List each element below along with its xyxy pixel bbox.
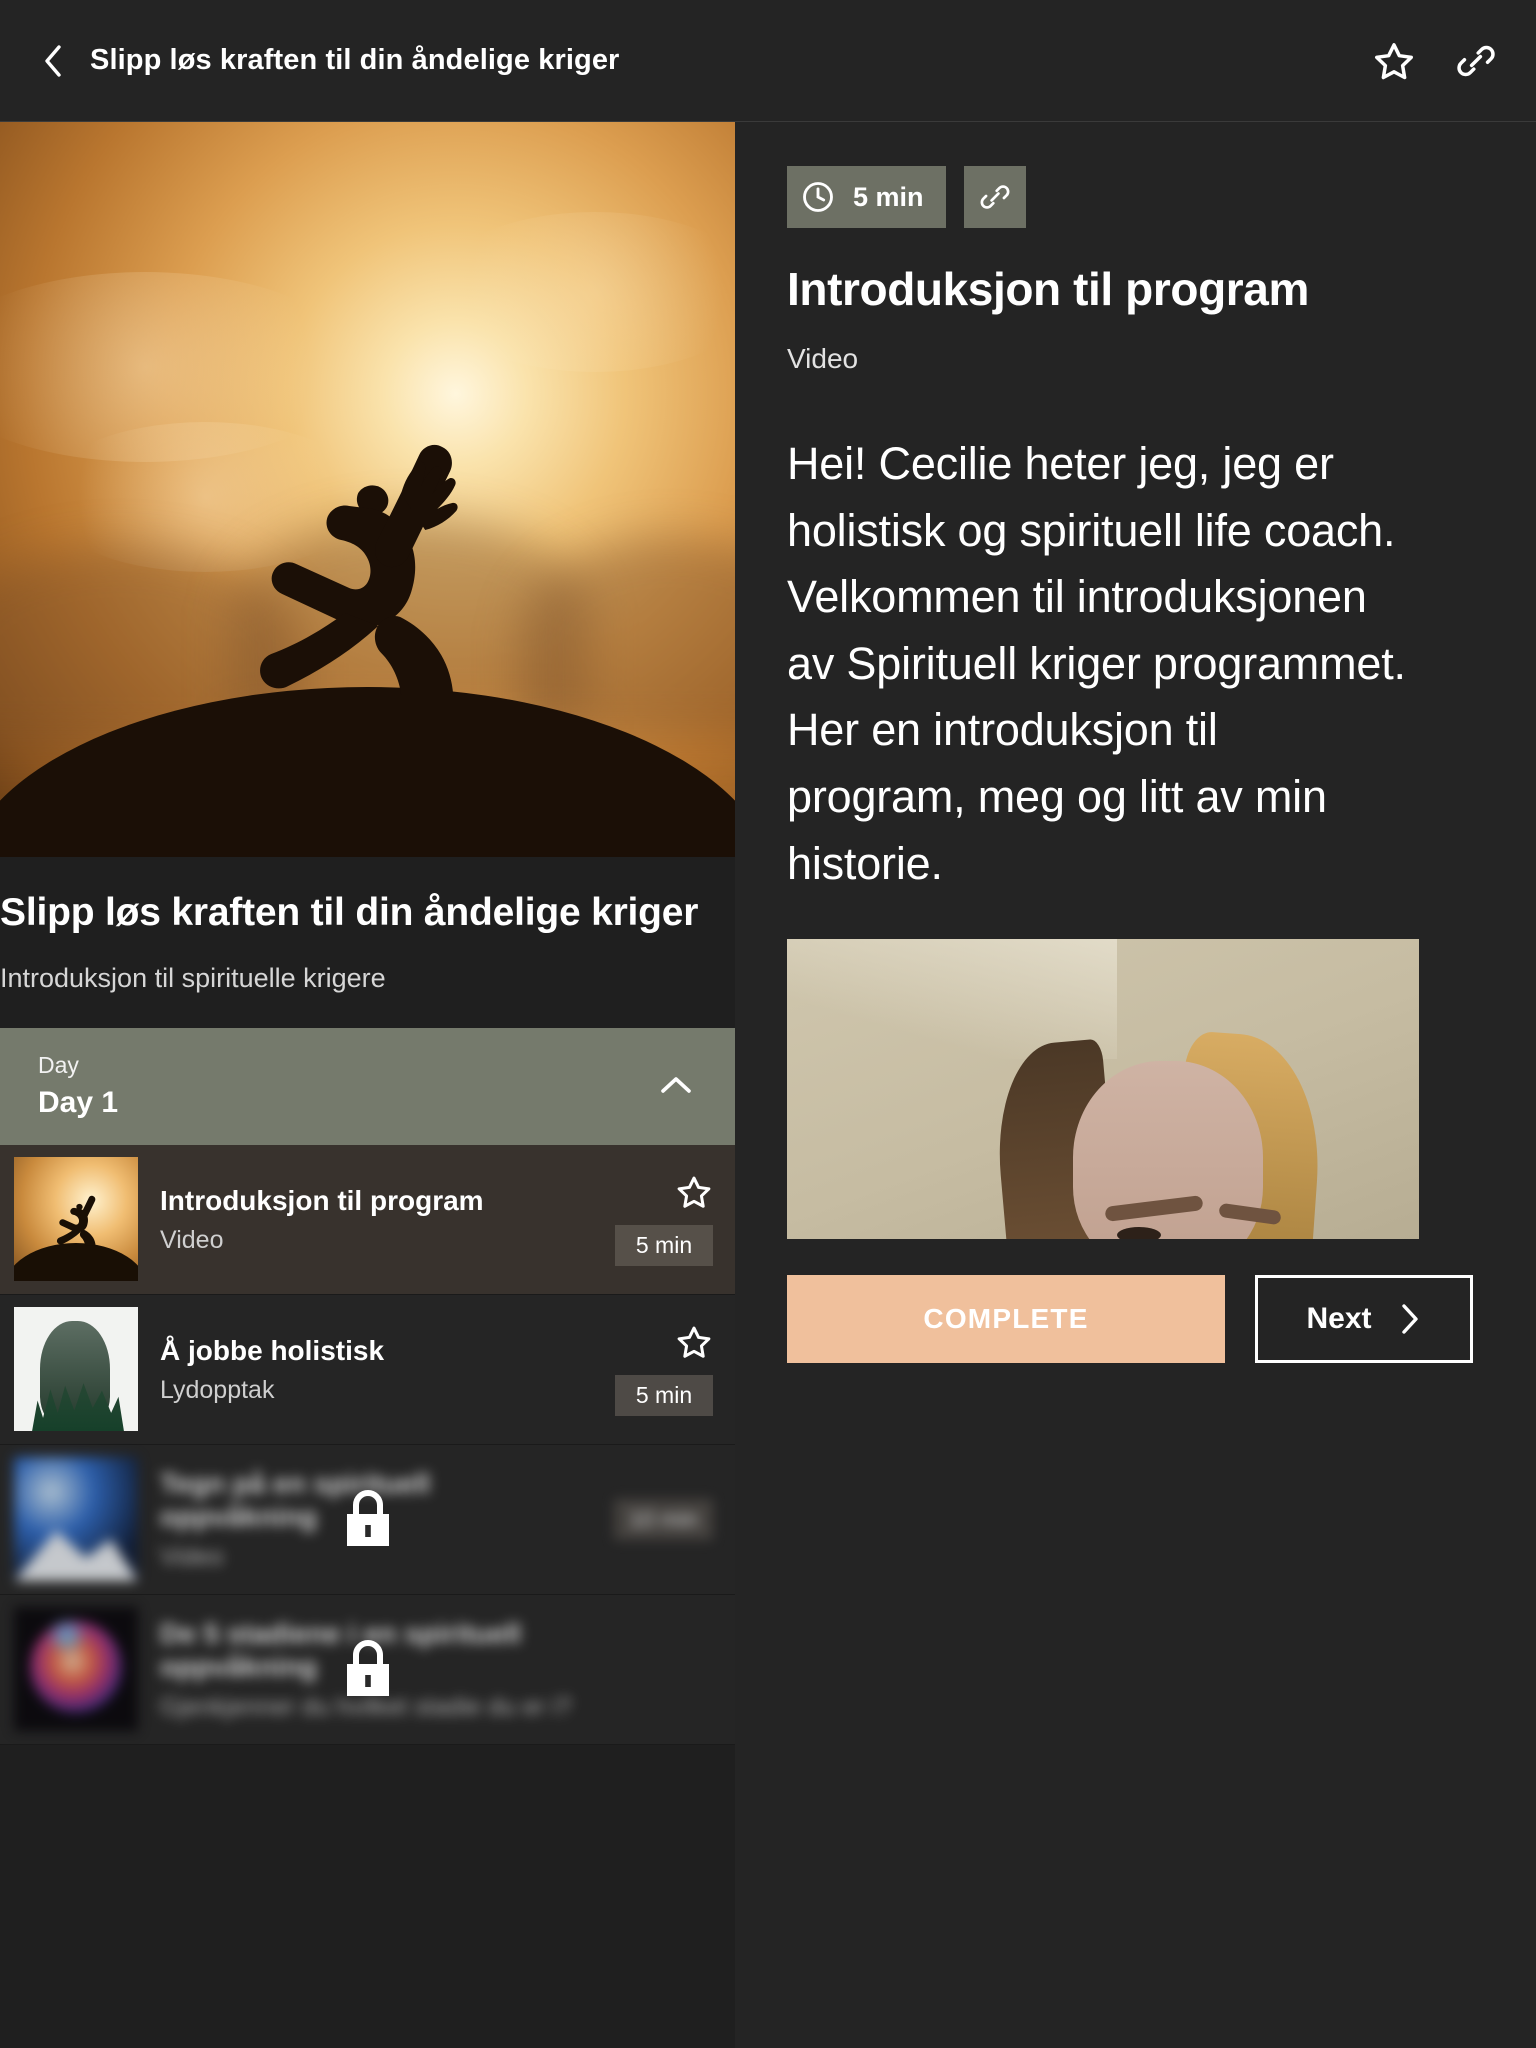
lock-icon — [340, 1487, 396, 1551]
list-item[interactable]: Tegn på en spirituell oppvåkning Video 1… — [0, 1444, 735, 1595]
lesson-meta: 5 min — [585, 1145, 735, 1294]
lesson-list: Introduksjon til program Video 5 min Å j… — [0, 1144, 735, 1745]
day-accordion-header[interactable]: Day Day 1 — [0, 1027, 735, 1145]
lesson-meta: 5 min — [585, 1295, 735, 1444]
header-left-group: Slipp løs kraften til din åndelige krige… — [38, 42, 1372, 80]
lesson-thumbnail — [14, 1157, 138, 1282]
lesson-thumbnail — [14, 1307, 138, 1432]
star-icon[interactable] — [1372, 39, 1416, 83]
detail-actions: COMPLETE Next — [787, 1275, 1484, 1364]
clock-icon — [787, 166, 849, 228]
detail-title: Introduksjon til program — [787, 263, 1309, 315]
day-value: Day 1 — [38, 1085, 119, 1119]
lesson-name: Å jobbe holistisk — [160, 1334, 385, 1366]
lesson-detail-panel: 5 min Introduksjon til program Video Hei… — [735, 122, 1536, 2048]
star-icon[interactable] — [675, 1323, 713, 1361]
complete-button[interactable]: COMPLETE — [787, 1275, 1225, 1364]
lesson-duration-badge: 5 min — [615, 1374, 713, 1416]
link-icon[interactable] — [963, 166, 1026, 228]
list-item[interactable]: Å jobbe holistisk Lydopptak 5 min — [0, 1294, 735, 1445]
duration-text: 5 min — [853, 181, 924, 212]
lesson-thumbnail — [14, 1457, 138, 1582]
list-item[interactable]: Introduksjon til program Video 5 min — [0, 1144, 735, 1295]
course-title: Slipp løs kraften til din åndelige krige… — [0, 891, 699, 934]
app-header: Slipp løs kraften til din åndelige krige… — [0, 0, 1536, 122]
lesson-meta — [585, 1595, 735, 1744]
course-sidebar: Slipp løs kraften til din åndelige krige… — [0, 122, 735, 2048]
chevron-right-icon — [1396, 1302, 1422, 1336]
detail-meta-row: 5 min — [787, 166, 1484, 228]
detail-kind: Video — [787, 343, 859, 374]
lesson-meta: 10 min — [585, 1445, 735, 1594]
next-button-label: Next — [1306, 1302, 1372, 1336]
lesson-duration-badge: 5 min — [615, 1224, 713, 1266]
star-icon[interactable] — [675, 1173, 713, 1211]
lesson-type: Lydopptak — [160, 1376, 275, 1405]
course-subtitle: Introduksjon til spirituelle krigere — [0, 962, 386, 993]
day-accordion-labels: Day Day 1 — [38, 1050, 118, 1124]
content-split: Slipp løs kraften til din åndelige krige… — [0, 122, 1536, 2048]
course-header: Slipp løs kraften til din åndelige krige… — [0, 857, 735, 1028]
lesson-info: Introduksjon til program Video — [138, 1184, 585, 1256]
lesson-video[interactable] — [787, 939, 1419, 1240]
hero-figure-icon — [259, 444, 458, 695]
duration-chip: 5 min — [787, 166, 946, 228]
detail-body-text: Hei! Cecilie heter jeg, jeg er holistisk… — [787, 438, 1406, 889]
day-label: Day — [38, 1051, 79, 1078]
lesson-info: Å jobbe holistisk Lydopptak — [138, 1334, 585, 1406]
lesson-duration-badge: 10 min — [613, 1498, 713, 1540]
header-actions — [1372, 39, 1498, 83]
link-icon[interactable] — [1454, 39, 1498, 83]
video-eye — [1117, 1227, 1161, 1240]
page-title: Slipp løs kraften til din åndelige krige… — [90, 44, 620, 76]
lesson-name: Introduksjon til program — [160, 1184, 484, 1216]
lock-icon — [340, 1637, 396, 1701]
chevron-up-icon[interactable] — [655, 1065, 697, 1107]
back-icon[interactable] — [38, 42, 68, 80]
lesson-type: Video — [160, 1226, 224, 1255]
next-button[interactable]: Next — [1255, 1275, 1473, 1364]
lesson-thumbnail — [14, 1607, 138, 1732]
list-item[interactable]: De 5 stadiene i en spirituell oppvåkning… — [0, 1594, 735, 1745]
hero-image — [0, 122, 735, 857]
